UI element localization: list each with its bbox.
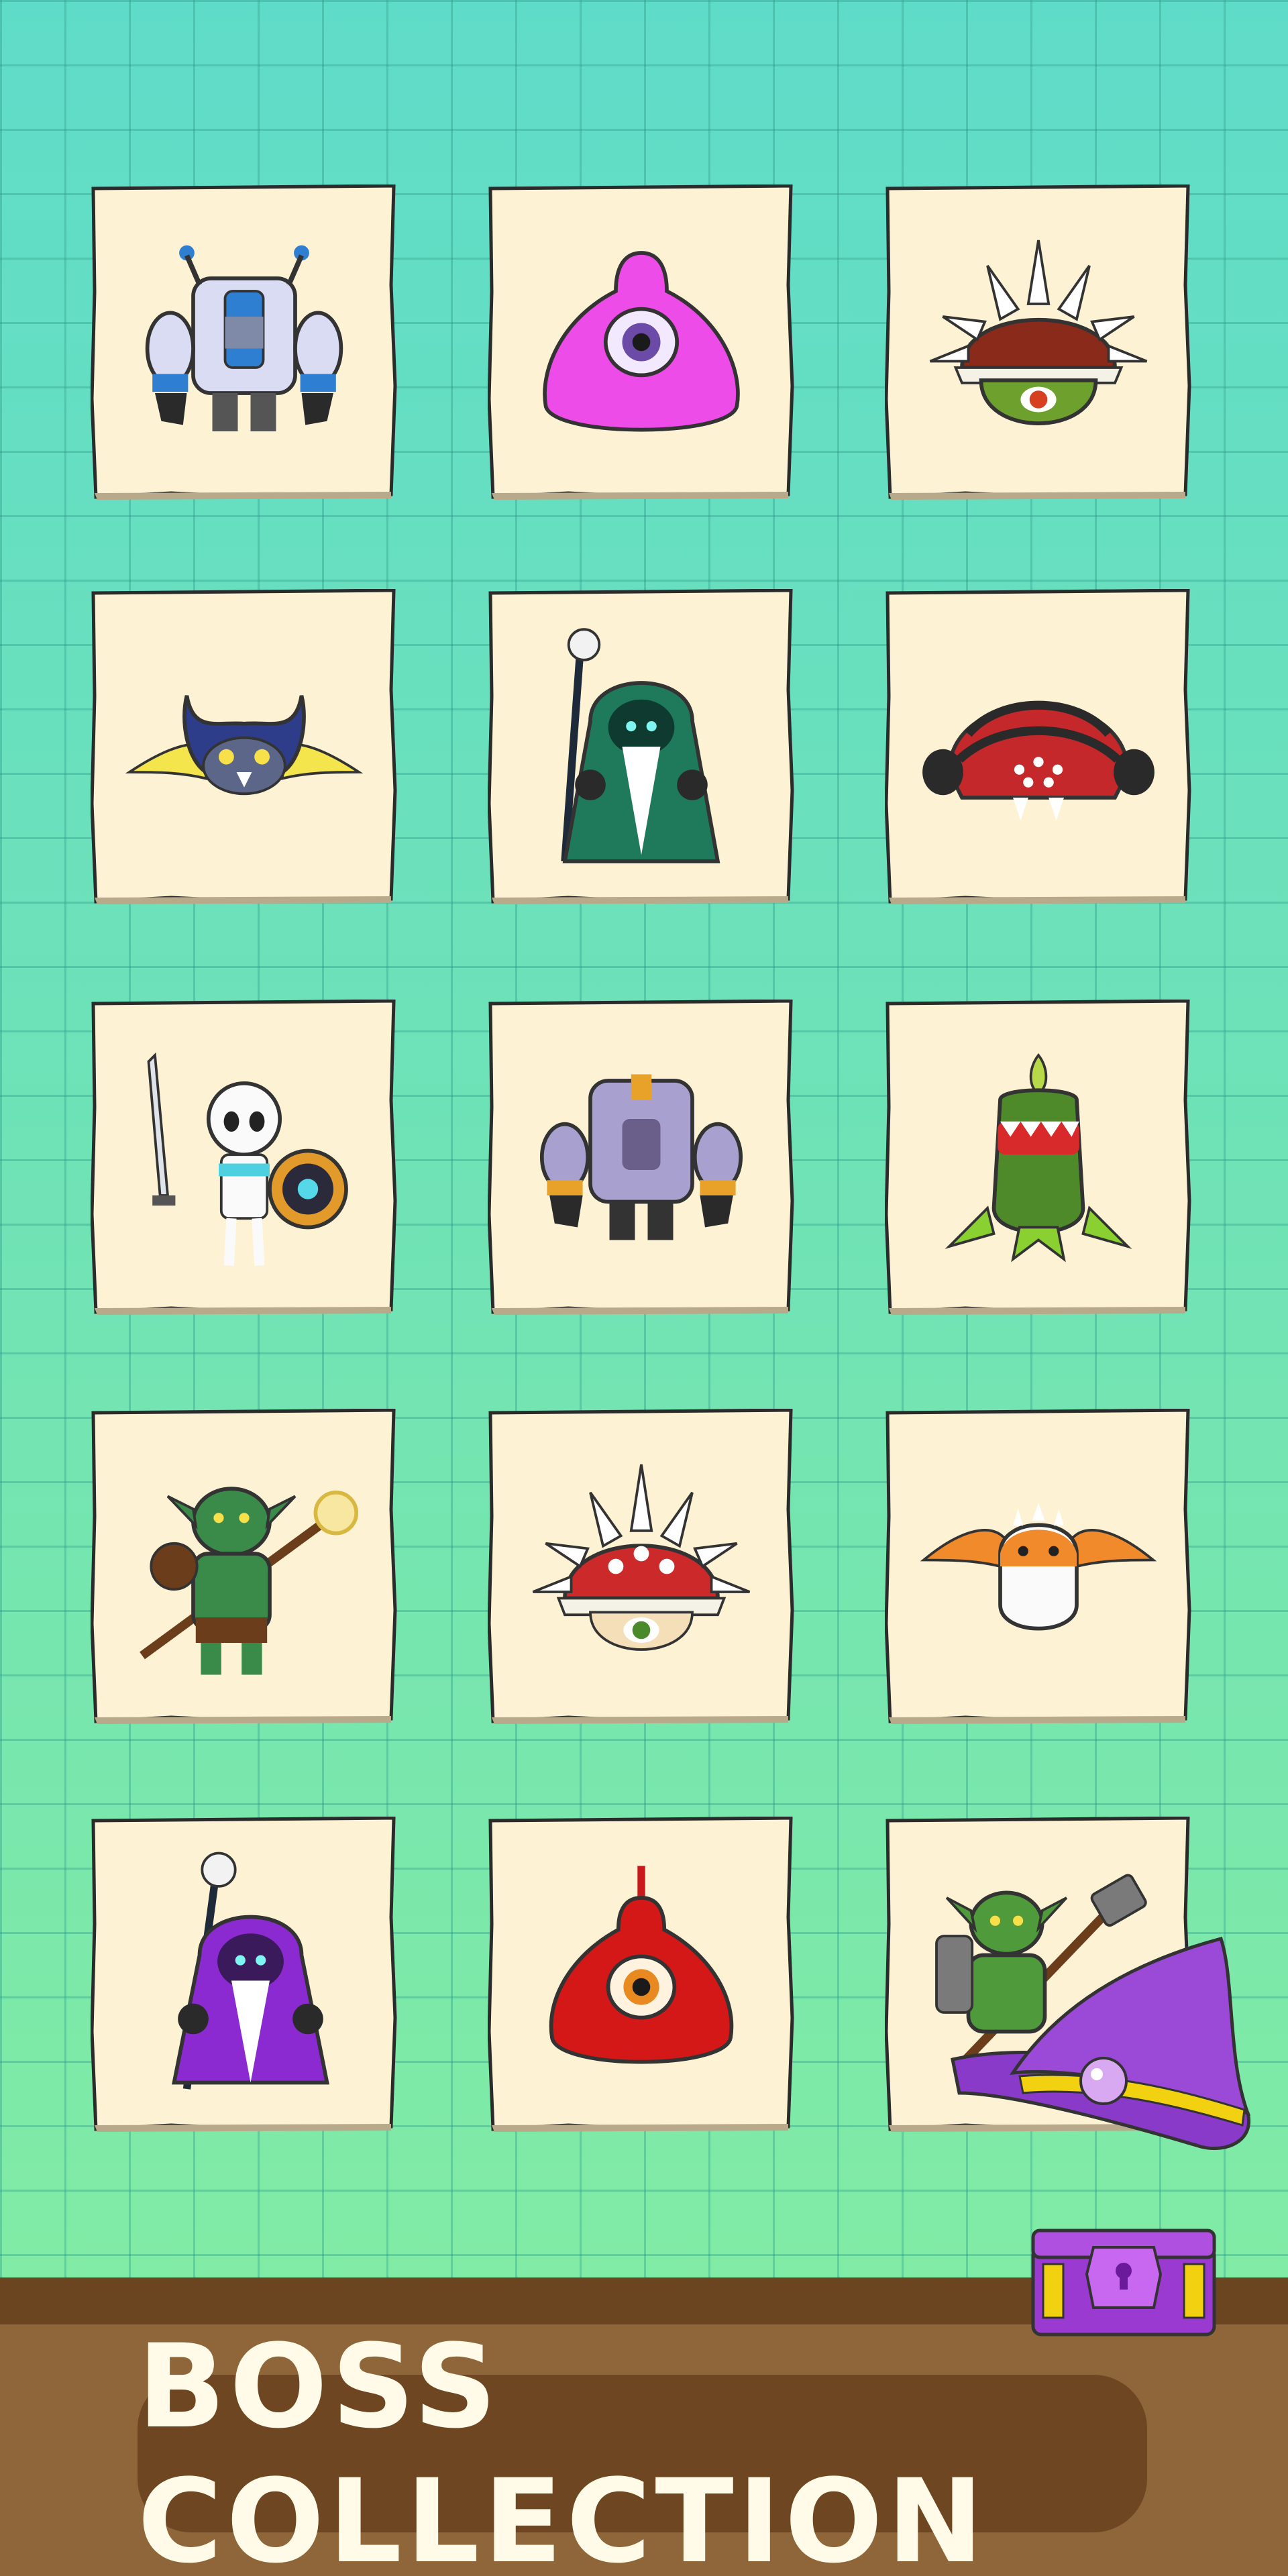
white-spiked-shell-icon bbox=[532, 1464, 751, 1651]
boss-card[interactable] bbox=[488, 589, 795, 904]
boss-card[interactable] bbox=[885, 1409, 1192, 1724]
boss-card[interactable] bbox=[488, 1817, 795, 2132]
boss-card[interactable] bbox=[488, 184, 795, 500]
boss-card[interactable] bbox=[885, 1000, 1192, 1315]
skeleton-warrior-icon bbox=[147, 1052, 348, 1266]
treasure-chest-with-wizard-hat bbox=[951, 1936, 1251, 2337]
boss-card[interactable] bbox=[885, 589, 1192, 904]
boss-card[interactable] bbox=[91, 184, 398, 500]
page-title: BOSS COLLECTION bbox=[138, 2318, 987, 2576]
boss-card[interactable] bbox=[488, 1000, 795, 1315]
horned-bat-icon bbox=[125, 695, 364, 796]
boss-card[interactable] bbox=[488, 1409, 795, 1724]
spiked-shell-turtle-icon bbox=[929, 239, 1148, 425]
red-one-eyed-slime-icon bbox=[549, 1866, 734, 2064]
orange-fire-bat-icon bbox=[920, 1503, 1157, 1631]
red-spider-beetle-icon bbox=[922, 700, 1155, 821]
carnivorous-plant-icon bbox=[945, 1053, 1132, 1263]
boss-card[interactable] bbox=[91, 1817, 398, 2132]
boss-card[interactable] bbox=[91, 1000, 398, 1315]
purple-hooded-wizard-icon bbox=[172, 1851, 329, 2090]
purple-robot-golem-icon bbox=[539, 1074, 743, 1240]
armored-robot-golem-icon bbox=[145, 245, 343, 431]
boss-collection-screen: BOSS COLLECTION bbox=[0, 0, 1288, 2576]
wizard-hat-icon bbox=[951, 1936, 1251, 2151]
boss-card[interactable] bbox=[91, 1409, 398, 1724]
boss-card[interactable] bbox=[885, 184, 1192, 500]
green-hooded-wizard-icon bbox=[561, 628, 720, 863]
pink-one-eyed-slime-icon bbox=[543, 251, 740, 432]
boss-card[interactable] bbox=[91, 589, 398, 904]
orc-shaman-icon bbox=[140, 1487, 359, 1675]
